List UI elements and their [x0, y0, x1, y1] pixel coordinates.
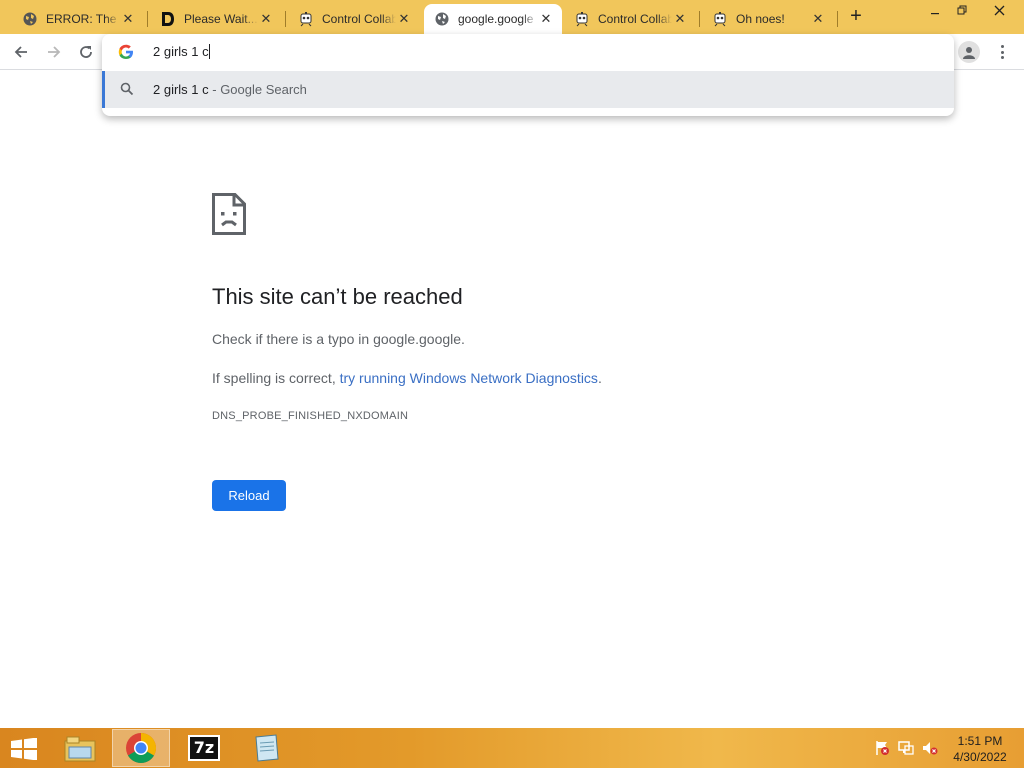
reload-toolbar-button[interactable] — [74, 40, 98, 64]
tab-title: google.google — [458, 12, 534, 26]
tab-divider — [699, 11, 700, 27]
chrome-icon — [126, 733, 157, 764]
d-logo-icon — [160, 11, 176, 27]
taskbar: 7z — [0, 728, 1024, 768]
diagnostics-link[interactable]: try running Windows Network Diagnostics — [340, 370, 598, 386]
tab-please-wait[interactable]: Please Wait... ✕ — [150, 4, 282, 34]
close-icon[interactable]: ✕ — [672, 11, 688, 27]
tab-title: Control Collab — [598, 12, 672, 26]
restore-icon — [957, 5, 967, 15]
taskbar-notepad[interactable] — [237, 729, 295, 767]
file-explorer-icon — [64, 736, 96, 762]
error-diagnostics-hint: If spelling is correct, try running Wind… — [212, 370, 602, 386]
windows-start-icon[interactable] — [10, 738, 38, 760]
tab-title: Oh noes! — [736, 12, 785, 26]
tab-title: Control Collab — [322, 12, 396, 26]
menu-kebab-icon[interactable] — [996, 43, 1008, 61]
forward-button[interactable] — [42, 40, 66, 64]
robot-icon — [574, 11, 590, 27]
omnibox-suggestion[interactable]: 2 girls 1 c - Google Search — [102, 71, 954, 108]
omnibox-input[interactable]: 2 girls 1 c — [153, 44, 210, 59]
tab-oh-noes[interactable]: Oh noes! ✕ — [702, 4, 834, 34]
tab-title: Please Wait... — [184, 12, 258, 26]
notepad-icon — [255, 734, 279, 762]
close-icon — [994, 5, 1004, 15]
error-typo-hint: Check if there is a typo in google.googl… — [212, 331, 465, 347]
omnibox[interactable]: 2 girls 1 c — [102, 34, 954, 70]
window-close-button[interactable] — [984, 0, 1014, 20]
tab-strip: ERROR: The re ✕ Please Wait... ✕ Control… — [0, 0, 1024, 34]
taskbar-7zip[interactable]: 7z — [175, 729, 233, 767]
minimize-button[interactable] — [920, 0, 950, 20]
reload-button[interactable]: Reload — [212, 480, 286, 511]
clock-date: 4/30/2022 — [953, 750, 1007, 764]
7zip-icon: 7z — [188, 735, 220, 761]
globe-icon — [434, 11, 450, 27]
close-icon[interactable]: ✕ — [810, 11, 826, 27]
tab-error[interactable]: ERROR: The re ✕ — [12, 4, 144, 34]
profile-button[interactable] — [958, 41, 980, 63]
tab-divider — [147, 11, 148, 27]
volume-muted-icon[interactable] — [922, 740, 938, 756]
restore-button[interactable] — [947, 0, 977, 20]
back-button[interactable] — [9, 40, 33, 64]
tab-control-collab[interactable]: Control Collab ✕ — [288, 4, 420, 34]
close-icon[interactable]: ✕ — [258, 11, 274, 27]
taskbar-file-explorer[interactable] — [51, 729, 109, 767]
action-center-flag-icon[interactable] — [874, 740, 890, 756]
minimize-icon — [931, 13, 939, 15]
search-icon — [120, 82, 134, 96]
close-icon[interactable]: ✕ — [120, 11, 136, 27]
error-title: This site can’t be reached — [212, 284, 463, 309]
tab-divider — [837, 11, 838, 27]
taskbar-chrome[interactable] — [112, 729, 170, 767]
omnibox-dropdown: 2 girls 1 c 2 girls 1 c - Google Search — [102, 34, 954, 116]
sad-page-icon — [212, 193, 246, 235]
forward-arrow-icon — [48, 46, 61, 58]
tab-control-collab-2[interactable]: Control Collab ✕ — [564, 4, 696, 34]
tab-divider — [285, 11, 286, 27]
globe-icon — [22, 11, 38, 27]
tab-title: ERROR: The re — [46, 12, 120, 26]
clock-time: 1:51 PM — [957, 734, 1003, 748]
network-icon[interactable] — [898, 740, 914, 756]
close-icon[interactable]: ✕ — [538, 11, 554, 27]
robot-icon — [298, 11, 314, 27]
system-clock[interactable]: 1:51 PM 4/30/2022 — [945, 733, 1015, 765]
suggestion-text: 2 girls 1 c - Google Search — [153, 82, 307, 97]
google-g-icon — [118, 44, 133, 59]
error-code: DNS_PROBE_FINISHED_NXDOMAIN — [212, 410, 409, 422]
back-arrow-icon — [14, 46, 27, 58]
close-icon[interactable]: ✕ — [396, 11, 412, 27]
tab-google-google[interactable]: google.google ✕ — [424, 4, 562, 34]
person-icon — [963, 47, 975, 59]
new-tab-button[interactable]: + — [843, 6, 869, 28]
reload-icon — [80, 46, 92, 58]
robot-icon — [712, 11, 728, 27]
